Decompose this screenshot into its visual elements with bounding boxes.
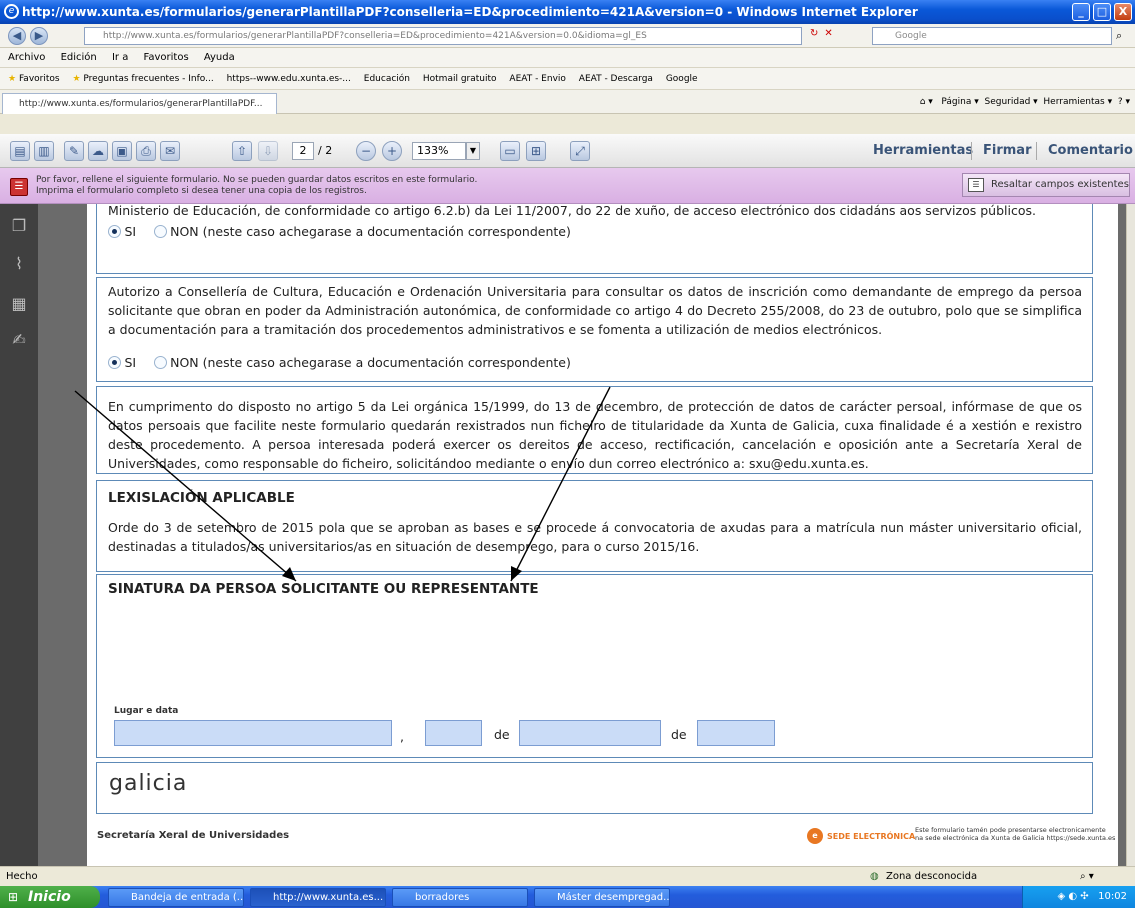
save-icon[interactable]: ▣ bbox=[112, 141, 132, 161]
form-icon: ☰ bbox=[10, 178, 28, 196]
close-window-button[interactable]: X bbox=[1114, 3, 1132, 21]
tab-current[interactable]: http://www.xunta.es/formularios/generarP… bbox=[2, 93, 277, 114]
fav-link-2[interactable]: https--www.edu.xunta.es-... bbox=[227, 68, 351, 89]
url-input[interactable]: http://www.xunta.es/formularios/generarP… bbox=[84, 27, 802, 45]
task-inbox[interactable]: Bandeja de entrada (... bbox=[108, 888, 244, 907]
fit-page-icon[interactable]: ▭ bbox=[500, 141, 520, 161]
zoom-status-icon[interactable]: ⌕ ▾ bbox=[1080, 867, 1094, 886]
home-icon[interactable]: ⌂ ▾ bbox=[920, 97, 939, 107]
menu-ayuda[interactable]: Ayuda bbox=[204, 48, 235, 68]
fav-link-7[interactable]: Google bbox=[666, 68, 698, 89]
navigation-panel: ❐ ⌇ ▦ ✍ bbox=[0, 204, 38, 866]
zoom-dropdown-icon[interactable]: ▼ bbox=[466, 142, 480, 160]
favorites-bar: ★ Favoritos ★ Preguntas frecuentes - Inf… bbox=[0, 68, 1135, 90]
fit-width-icon[interactable]: ⊞ bbox=[526, 141, 546, 161]
star-icon: ★ bbox=[8, 74, 17, 84]
fullscreen-icon[interactable]: ⤢ bbox=[570, 141, 590, 161]
arrow-left-line bbox=[74, 390, 297, 582]
fav-link-1[interactable]: Preguntas frecuentes - Info... bbox=[83, 68, 213, 89]
menu-ir-a[interactable]: Ir a bbox=[112, 48, 128, 68]
menu-edicion[interactable]: Edición bbox=[61, 48, 97, 68]
clock: 10:02 bbox=[1098, 891, 1127, 902]
combine-icon[interactable]: ▥ bbox=[34, 141, 54, 161]
cmd-pagina[interactable]: Página ▾ bbox=[941, 97, 978, 107]
email-icon[interactable]: ✉ bbox=[160, 141, 180, 161]
fav-link-4[interactable]: Hotmail gratuito bbox=[423, 68, 497, 89]
edit-icon[interactable]: ✎ bbox=[64, 141, 84, 161]
fav-link-3[interactable]: Educación bbox=[364, 68, 410, 89]
print-icon[interactable]: ⎙ bbox=[136, 141, 156, 161]
arrow-left-head bbox=[282, 567, 296, 581]
tab-bar: http://www.xunta.es/formularios/generarP… bbox=[0, 90, 1135, 114]
zoom-in-icon[interactable]: + bbox=[382, 141, 402, 161]
favorites-button[interactable]: Favoritos bbox=[19, 68, 60, 89]
sign-button[interactable]: Firmar bbox=[983, 142, 1031, 160]
command-bar: ⌂ ▾ Página ▾ Seguridad ▾ Herramientas ▾ … bbox=[660, 93, 1130, 111]
help-icon[interactable]: ? ▾ bbox=[1115, 97, 1130, 107]
back-icon[interactable]: ◀ bbox=[8, 27, 26, 45]
zoom-select[interactable]: 133% bbox=[412, 142, 466, 160]
search-input[interactable]: Google bbox=[872, 27, 1112, 45]
address-bar: ◀ ▶ http://www.xunta.es/formularios/gene… bbox=[0, 24, 1135, 48]
arrow-right-head bbox=[511, 566, 522, 581]
layers-icon[interactable]: ▦ bbox=[9, 294, 29, 314]
create-pdf-icon[interactable]: ▤ bbox=[10, 141, 30, 161]
cmd-seguridad[interactable]: Seguridad ▾ bbox=[984, 97, 1037, 107]
task-browser[interactable]: http://www.xunta.es... bbox=[250, 888, 386, 907]
upload-icon[interactable]: ☁ bbox=[88, 141, 108, 161]
ie-logo-icon: e bbox=[4, 4, 19, 19]
tools-button[interactable]: Herramientas bbox=[873, 142, 973, 160]
search-icon[interactable]: ⌕ bbox=[1116, 29, 1122, 43]
toolbar-spacer bbox=[0, 114, 1135, 134]
vertical-scrollbar[interactable] bbox=[1126, 204, 1135, 866]
minimize-button[interactable]: _ bbox=[1072, 3, 1090, 21]
maximize-button[interactable]: □ bbox=[1093, 3, 1111, 21]
document-area: Ministerio de Educación, de conformidade… bbox=[38, 204, 1126, 866]
form-notice-bar: Por favor, rellene el siguiente formular… bbox=[0, 168, 1135, 204]
menu-favoritos[interactable]: Favoritos bbox=[144, 48, 189, 68]
comment-button[interactable]: Comentario bbox=[1048, 142, 1133, 160]
menu-archivo[interactable]: Archivo bbox=[8, 48, 45, 68]
forward-icon[interactable]: ▶ bbox=[30, 27, 48, 45]
arrow-right-line bbox=[510, 386, 611, 582]
fav-link-6[interactable]: AEAT - Descarga bbox=[579, 68, 653, 89]
signature-icon[interactable]: ✍ bbox=[9, 330, 29, 350]
tray-icons[interactable]: ◈ ◐ ✣ bbox=[1057, 891, 1095, 902]
window-title: http://www.xunta.es/formularios/generarP… bbox=[0, 0, 1135, 24]
page-number-input[interactable]: 2 bbox=[292, 142, 314, 160]
pages-icon[interactable]: ❐ bbox=[9, 216, 29, 236]
annotation-arrows bbox=[74, 386, 611, 582]
attachment-icon[interactable]: ⌇ bbox=[9, 254, 29, 274]
refresh-stop-icon[interactable]: ↻✕ bbox=[810, 28, 868, 44]
cmd-herramientas[interactable]: Herramientas ▾ bbox=[1043, 97, 1112, 107]
pdf-toolbar: ▤ ▥ ✎ ☁ ▣ ⎙ ✉ ⇧ ⇩ 2 / 2 − + 133% ▼ ▭ ⊞ ⤢… bbox=[0, 134, 1135, 168]
status-text: Hecho bbox=[6, 871, 38, 882]
globe-icon: ◍ bbox=[870, 871, 879, 882]
zone-text: Zona desconocida bbox=[886, 871, 978, 882]
page-up-icon[interactable]: ⇧ bbox=[232, 141, 252, 161]
task-drafts[interactable]: borradores bbox=[392, 888, 528, 907]
menu-bar: Archivo Edición Ir a Favoritos Ayuda bbox=[0, 48, 1135, 68]
highlight-fields-icon: ☰ bbox=[968, 178, 984, 192]
zoom-out-icon[interactable]: − bbox=[356, 141, 376, 161]
status-bar: Hecho ◍ Zona desconocida ⌕ ▾ bbox=[0, 866, 1135, 886]
page-total: / 2 bbox=[318, 144, 333, 157]
highlight-fields-button[interactable]: Resaltar campos existentes bbox=[962, 173, 1130, 197]
fav-link-5[interactable]: AEAT - Envio bbox=[509, 68, 566, 89]
add-favorite-icon[interactable]: ★ bbox=[72, 74, 80, 84]
windows-logo-icon: ⊞ bbox=[8, 890, 19, 904]
system-tray: ◈ ◐ ✣ 10:02 bbox=[1022, 886, 1135, 908]
taskbar: Inicio ⊞ Bandeja de entrada (... http://… bbox=[0, 886, 1135, 908]
task-document[interactable]: Máster desempregad... bbox=[534, 888, 670, 907]
page-down-icon[interactable]: ⇩ bbox=[258, 141, 278, 161]
